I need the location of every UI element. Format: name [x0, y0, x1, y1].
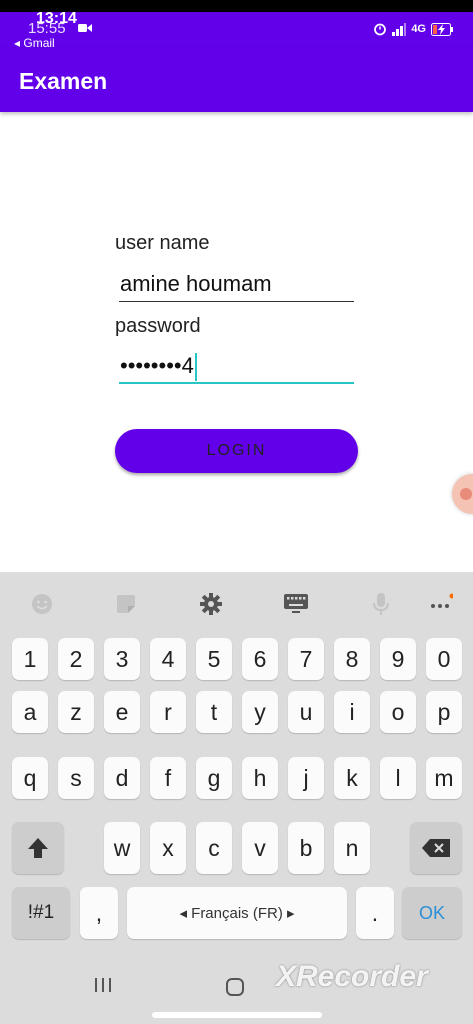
- key-u[interactable]: u: [288, 691, 324, 733]
- keyboard-icon[interactable]: [284, 592, 308, 616]
- key-1[interactable]: 1: [12, 638, 48, 680]
- key-r[interactable]: r: [150, 691, 186, 733]
- key-z[interactable]: z: [58, 691, 94, 733]
- key-6[interactable]: 6: [242, 638, 278, 680]
- key-y[interactable]: y: [242, 691, 278, 733]
- key-q[interactable]: q: [12, 757, 48, 799]
- battery-icon: [431, 22, 453, 36]
- backspace-key[interactable]: [410, 822, 462, 874]
- backspace-icon: [422, 839, 450, 857]
- key-n[interactable]: n: [334, 822, 370, 874]
- key-v[interactable]: v: [242, 822, 278, 874]
- sticker-icon[interactable]: [114, 592, 138, 616]
- login-button[interactable]: LOGIN: [115, 429, 358, 473]
- key-b[interactable]: b: [288, 822, 324, 874]
- recorder-floating-bubble[interactable]: [452, 474, 473, 514]
- key-0[interactable]: 0: [426, 638, 462, 680]
- username-label: user name: [115, 232, 210, 254]
- key-o[interactable]: o: [380, 691, 416, 733]
- key-c[interactable]: c: [196, 822, 232, 874]
- comma-key[interactable]: ,: [80, 887, 118, 939]
- shift-icon: [28, 838, 48, 858]
- ok-key[interactable]: OK: [402, 887, 462, 939]
- key-9[interactable]: 9: [380, 638, 416, 680]
- username-value: amine houmam: [120, 271, 272, 296]
- settings-icon[interactable]: [199, 592, 223, 616]
- more-icon[interactable]: [429, 592, 453, 616]
- key-x[interactable]: x: [150, 822, 186, 874]
- key-l[interactable]: l: [380, 757, 416, 799]
- recorder-watermark: XRecorder: [276, 960, 428, 993]
- key-8[interactable]: 8: [334, 638, 370, 680]
- key-g[interactable]: g: [196, 757, 232, 799]
- key-2[interactable]: 2: [58, 638, 94, 680]
- emoji-icon[interactable]: [30, 592, 54, 616]
- recent-apps-icon[interactable]: [93, 976, 113, 994]
- key-s[interactable]: s: [58, 757, 94, 799]
- key-m[interactable]: m: [426, 757, 462, 799]
- space-key[interactable]: ◂ Français (FR) ▸: [127, 887, 347, 939]
- soft-keyboard: 1 2 3 4 5 6 7 8 9 0 a z e r t y u i o p q s d f g h j k l m w x c v b n !#1,…: [0, 572, 473, 1024]
- status-icons: 4G: [373, 20, 453, 38]
- key-3[interactable]: 3: [104, 638, 140, 680]
- text-cursor: [194, 353, 197, 382]
- key-f[interactable]: f: [150, 757, 186, 799]
- alarm-icon: [374, 23, 387, 36]
- network-label: 4G: [411, 23, 426, 35]
- app-bar: Examen: [0, 48, 473, 112]
- password-value: ••••••••4: [120, 353, 194, 378]
- key-4[interactable]: 4: [150, 638, 186, 680]
- status-bar: 15:55 13:14 ◂ Gmail 4G: [0, 0, 473, 50]
- key-i[interactable]: i: [334, 691, 370, 733]
- key-d[interactable]: d: [104, 757, 140, 799]
- key-h[interactable]: h: [242, 757, 278, 799]
- key-p[interactable]: p: [426, 691, 462, 733]
- signal-icon: [392, 22, 407, 36]
- key-7[interactable]: 7: [288, 638, 324, 680]
- camera-icon: [78, 24, 92, 32]
- key-k[interactable]: k: [334, 757, 370, 799]
- key-w[interactable]: w: [104, 822, 140, 874]
- key-j[interactable]: j: [288, 757, 324, 799]
- gesture-home-pill: [152, 1012, 322, 1018]
- status-time: 13:14: [36, 10, 77, 27]
- mic-icon[interactable]: [369, 592, 393, 616]
- app-title: Examen: [19, 68, 108, 94]
- key-a[interactable]: a: [12, 691, 48, 733]
- password-field[interactable]: ••••••••4: [119, 348, 354, 384]
- username-field[interactable]: amine houmam: [119, 266, 354, 302]
- key-e[interactable]: e: [104, 691, 140, 733]
- key-t[interactable]: t: [196, 691, 232, 733]
- password-label: password: [115, 315, 201, 337]
- home-icon[interactable]: [225, 978, 245, 996]
- symbols-key[interactable]: !#1: [12, 887, 70, 939]
- key-5[interactable]: 5: [196, 638, 232, 680]
- period-key[interactable]: .: [356, 887, 394, 939]
- shift-key[interactable]: [12, 822, 64, 874]
- keyboard-toolbar: [0, 572, 473, 632]
